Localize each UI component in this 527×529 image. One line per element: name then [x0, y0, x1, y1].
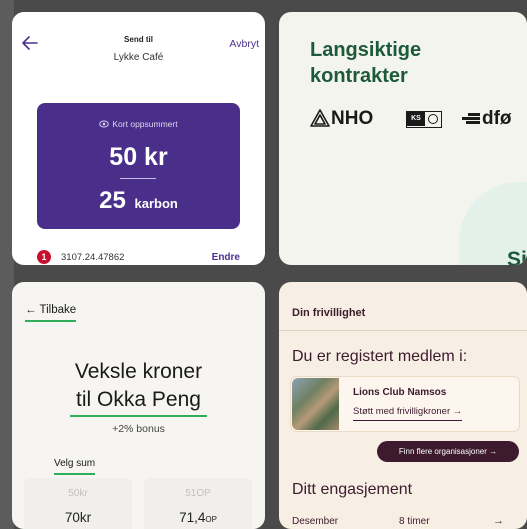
engagement-heading: Ditt engasjement: [292, 481, 413, 498]
option-to: 70kr: [24, 510, 132, 525]
volunteer-card: Din frivillighet Du er registert medlem …: [279, 282, 527, 529]
exchange-title-line2: til Okka Peng: [70, 386, 207, 417]
exchange-card: ← Tilbake Veksle kroner til Okka Peng +2…: [12, 282, 265, 529]
club-photo: [292, 378, 339, 430]
engagement-month: Desember: [292, 516, 339, 527]
engagement-row[interactable]: Desember 8 timer →: [292, 515, 516, 529]
amount-carbon: 25 karbon: [37, 187, 240, 215]
bonus-label: +2% bonus: [112, 423, 165, 435]
nho-logo: NHO: [310, 108, 373, 130]
summary-header: Kort oppsummert: [37, 119, 240, 129]
send-to-label: Send til: [124, 35, 153, 44]
option-to: 71,4OP: [144, 510, 252, 525]
ks-logo: KS: [406, 111, 442, 128]
cancel-button[interactable]: Avbryt: [229, 38, 259, 50]
account-badge: 1: [37, 250, 51, 264]
dfo-logo: dfø: [462, 108, 512, 130]
registered-heading: Du er registert medlem i:: [292, 348, 468, 365]
summary-box: Kort oppsummert 50 kr 25 karbon: [37, 103, 240, 229]
option-from: 51OP: [185, 488, 211, 499]
partial-heading: Si: [507, 248, 527, 265]
arrow-right-icon: →: [493, 515, 504, 527]
option-to-unit: OP: [205, 515, 217, 524]
dfo-bars-icon: [462, 111, 480, 125]
ks-ring-icon: [428, 114, 438, 124]
account-row: 1 3107.24.47862 Endre: [37, 250, 240, 264]
carbon-unit: karbon: [134, 196, 178, 211]
exchange-title-line1: Veksle kroner: [74, 360, 203, 383]
volunteer-header: Din frivillighet: [292, 307, 366, 319]
change-account-button[interactable]: Endre: [212, 252, 240, 263]
engagement-hours: 8 timer: [399, 516, 430, 527]
contracts-card: Langsiktige kontrakter NHO KS dfø Si: [279, 12, 527, 265]
choose-sum-label: Velg sum: [54, 458, 96, 475]
send-payment-card: Send til Lykke Café Avbryt Kort oppsumme…: [12, 12, 265, 265]
find-more-organizations-button[interactable]: Finn flere organisasjoner →: [377, 441, 519, 462]
nho-mark-icon: [310, 109, 330, 127]
club-card[interactable]: Lions Club Namsos Støtt med frivilligkro…: [290, 376, 520, 432]
nho-logo-text: NHO: [331, 108, 374, 129]
summary-label: Kort oppsummert: [112, 119, 178, 129]
eye-icon: [99, 120, 110, 128]
amount-option[interactable]: 50kr 70kr: [24, 478, 132, 529]
header-divider: [279, 330, 527, 331]
amount-divider: [120, 178, 156, 179]
back-button[interactable]: ← Tilbake: [25, 304, 77, 322]
carbon-value: 25: [99, 187, 126, 214]
ks-logo-text: KS: [407, 112, 425, 126]
option-to-value: 70kr: [64, 510, 92, 525]
option-from: 50kr: [68, 488, 88, 499]
dfo-logo-text: dfø: [482, 108, 512, 129]
contracts-title: Langsiktige kontrakter: [310, 39, 422, 87]
amount-option[interactable]: 51OP 71,4OP: [144, 478, 252, 529]
recipient-name: Lykke Café: [113, 52, 164, 63]
amount-kr: 50 kr: [109, 143, 168, 171]
exchange-title: Veksle kroner til Okka Peng: [12, 358, 265, 417]
account-number: 3107.24.47862: [61, 252, 125, 263]
option-to-value: 71,4: [179, 510, 206, 525]
club-name: Lions Club Namsos: [353, 387, 447, 398]
partner-logos: NHO KS dfø: [310, 108, 527, 132]
support-club-link[interactable]: Støtt med frivilligkroner →: [353, 406, 463, 421]
